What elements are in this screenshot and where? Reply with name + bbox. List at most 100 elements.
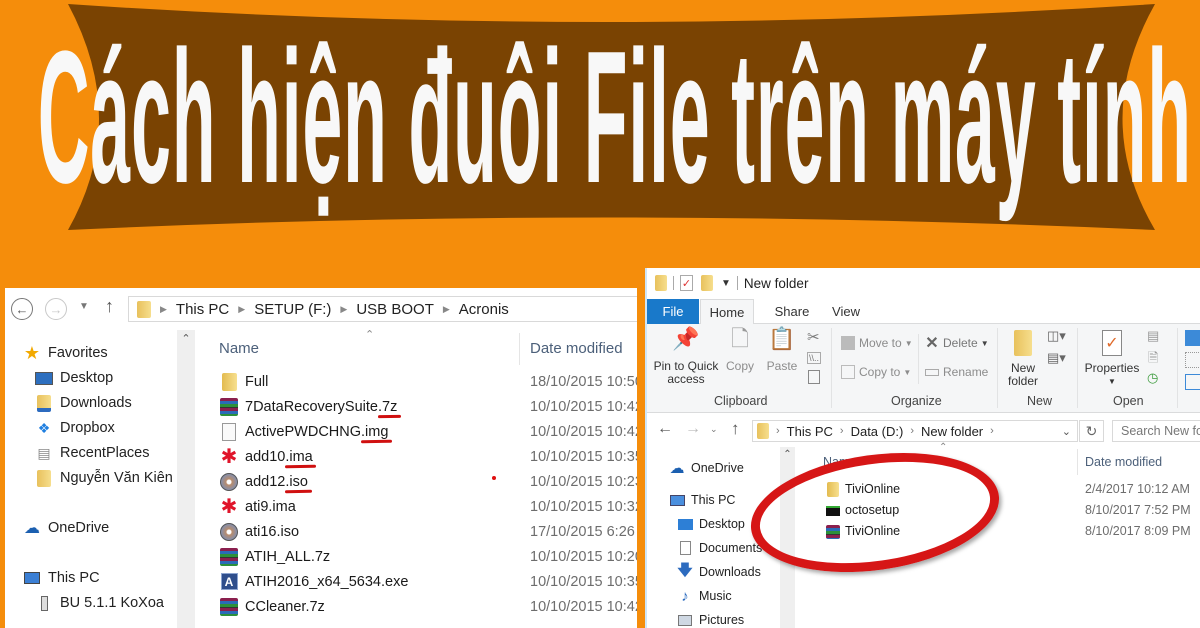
file-row[interactable]: octosetup 8/10/2017 7:52 PM [797,500,1200,521]
sidebar-item-usb-drive[interactable]: BU 5.1.1 KoXoa [35,595,164,611]
usb-drive-icon [35,595,53,611]
history-icon[interactable]: ◷ [1147,370,1158,386]
sidebar-item-desktop[interactable]: Desktop [35,370,113,386]
forward-button[interactable]: → [685,420,701,438]
properties-button[interactable]: ✓ Properties ▼ [1083,330,1141,388]
file-row[interactable]: 7DataRecoverySuite.7z 10/10/2015 10:42 [205,394,637,419]
file-row[interactable]: add12.iso 10/10/2015 10:23 [205,469,637,494]
sidebar-item-this-pc[interactable]: This PC [669,493,735,507]
delete-button[interactable]: ✕ Delete ▼ [925,335,988,352]
file-row[interactable]: Full 18/10/2015 10:50 [205,369,637,394]
recent-locations-dropdown[interactable]: ⌄ [710,424,718,435]
file-row[interactable]: ✱ add10.ima 10/10/2015 10:35 [205,444,637,469]
navigation-scrollbar[interactable]: ⌃ [177,330,195,628]
file-row[interactable]: ati16.iso 17/10/2015 6:26 T [205,519,637,544]
sidebar-item-onedrive[interactable]: ☁ OneDrive [669,460,744,477]
column-header-name[interactable]: Name [219,340,259,357]
address-bar[interactable]: › This PC › Data (D:) › New folder › ⌄ [752,420,1078,442]
breadcrumb-setup-drive[interactable]: SETUP (F:) [254,301,331,318]
select-all-icon[interactable] [1185,330,1200,346]
sidebar-item-downloads[interactable]: Downloads [35,394,132,412]
scroll-up-icon[interactable]: ⌃ [177,332,195,345]
forward-button[interactable]: → [45,298,67,320]
pictures-icon [677,613,693,627]
search-input[interactable]: Search New folder [1112,420,1200,442]
address-bar[interactable]: ▶ This PC ▶ SETUP (F:) ▶ USB BOOT ▶ Acro… [128,296,637,322]
open-dropdown-icon[interactable]: ▤ [1147,328,1159,344]
file-name: CCleaner.7z [245,598,325,615]
sidebar-item-user[interactable]: Nguyễn Văn Kiên [35,469,173,487]
select-none-icon[interactable] [1185,352,1200,368]
breadcrumb-acronis[interactable]: Acronis [459,301,509,318]
sidebar-item-this-pc[interactable]: This PC [23,570,100,586]
paste-button[interactable]: 📋 Paste [763,328,801,373]
invert-selection-icon[interactable] [1185,374,1200,390]
recent-locations-dropdown[interactable]: ▼ [79,301,89,312]
sidebar-item-dropbox[interactable]: ❖ Dropbox [35,420,115,437]
ima-file-icon: ✱ [220,495,238,518]
ribbon-home: 📌 Pin to Quick access 🗋 Copy 📋 Paste ✂ \… [647,324,1200,413]
tab-home[interactable]: Home [700,299,754,325]
file-row[interactable]: TiviOnline 8/10/2017 8:09 PM [797,521,1200,542]
file-name: TiviOnline [845,524,901,538]
sidebar-item-downloads[interactable]: 🡇 Downloads [677,561,761,580]
sidebar-item-documents[interactable]: Documents [677,541,762,555]
navigation-scrollbar[interactable]: ⌃ [780,447,795,628]
up-button[interactable]: ↑ [105,296,114,317]
cut-icon[interactable]: ✂ [807,328,820,346]
scroll-up-icon[interactable]: ⌃ [780,449,795,460]
sidebar-item-pictures[interactable]: Pictures [677,613,744,627]
file-date: 10/10/2015 10:42 [530,398,637,415]
chevron-right-icon: ▶ [160,303,167,314]
file-row[interactable]: ✱ ati9.ima 10/10/2015 10:32 [205,494,637,519]
copy-button[interactable]: 🗋 Copy [723,328,757,373]
copy-path-icon[interactable]: \\.. [807,352,822,364]
sidebar-item-desktop[interactable]: Desktop [677,517,745,531]
customize-toolbar-dropdown[interactable]: ▼ [721,278,731,289]
properties-quick-icon[interactable]: ✓ [680,275,693,291]
tab-share[interactable]: Share [767,299,817,324]
file-row[interactable]: CCleaner.7z 10/10/2015 10:42 [205,594,637,619]
sidebar-item-music[interactable]: ♪ Music [677,588,731,605]
file-date: 10/10/2015 10:20 [530,548,637,565]
move-to-button[interactable]: Move to ▼ [841,336,913,350]
new-item-dropdown[interactable]: ◫▾ [1047,328,1066,344]
back-button[interactable]: ← [11,298,33,320]
column-divider[interactable] [519,333,520,365]
easy-access-dropdown[interactable]: ▤▾ [1047,350,1066,366]
sidebar-item-favorites[interactable]: ★ Favorites [23,343,108,363]
file-row[interactable]: ATIH_ALL.7z 10/10/2015 10:20 [205,544,637,569]
new-folder-button[interactable]: New folder [1003,330,1043,388]
refresh-button[interactable]: ↻ [1079,420,1104,442]
ima-file-icon: ✱ [220,445,238,468]
new-folder-quick-icon[interactable] [701,275,713,291]
tab-file[interactable]: File [647,299,699,324]
column-header-date-modified[interactable]: Date modified [530,340,623,357]
file-name: ati9.ima [245,498,296,515]
column-header-name[interactable]: Name [823,455,856,469]
up-button[interactable]: ↑ [731,419,740,439]
address-history-dropdown[interactable]: ⌄ [1062,425,1071,438]
file-row[interactable]: TiviOnline 2/4/2017 10:12 AM [797,479,1200,500]
paste-shortcut-icon[interactable] [808,370,820,384]
pin-to-quick-access-button[interactable]: 📌 Pin to Quick access [651,328,721,386]
file-row[interactable]: ActivePWDCHNG.img 10/10/2015 10:42 [205,419,637,444]
breadcrumb-data-drive[interactable]: Data (D:) [851,424,904,439]
breadcrumb-usb-boot[interactable]: USB BOOT [356,301,434,318]
column-divider[interactable] [1077,449,1078,475]
breadcrumb-new-folder[interactable]: New folder [921,424,983,439]
tab-view[interactable]: View [823,299,869,324]
rename-button[interactable]: Rename [925,365,988,379]
download-arrow-icon: 🡇 [677,561,693,579]
sidebar-item-recentplaces[interactable]: ▤ RecentPlaces [35,445,149,462]
breadcrumb-this-pc[interactable]: This PC [787,424,833,439]
folder-icon [219,372,239,392]
copy-to-button[interactable]: Copy to ▼ [841,365,911,379]
file-row[interactable]: A ATIH2016_x64_5634.exe 10/10/2015 10:35 [205,569,637,594]
column-header-date-modified[interactable]: Date modified [1085,455,1162,469]
sidebar-item-onedrive[interactable]: ☁ OneDrive [23,520,109,537]
edit-icon[interactable]: 🗎 [1148,349,1158,371]
group-label-clipboard: Clipboard [714,394,768,408]
breadcrumb-this-pc[interactable]: This PC [176,301,229,318]
back-button[interactable]: ← [657,420,673,438]
